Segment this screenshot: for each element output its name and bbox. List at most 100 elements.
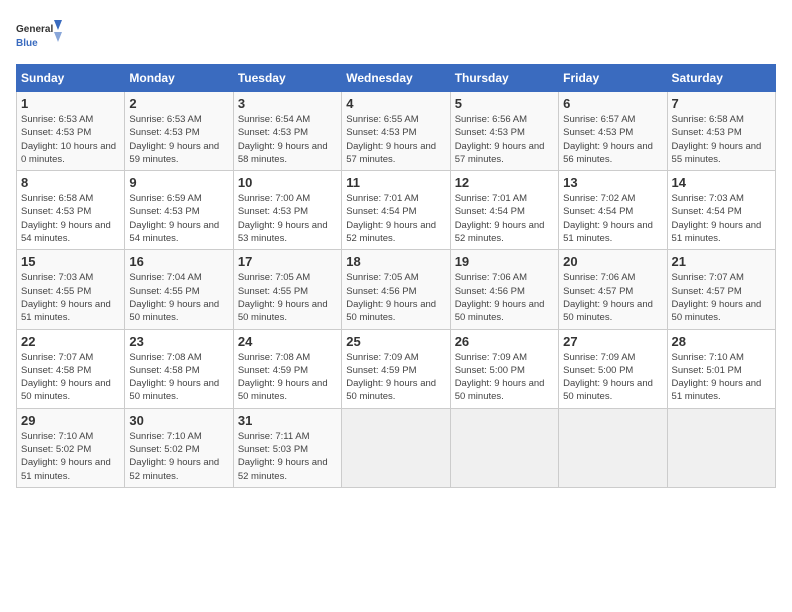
calendar-week-row: 15 Sunrise: 7:03 AM Sunset: 4:55 PM Dayl… bbox=[17, 250, 776, 329]
day-number: 6 bbox=[563, 96, 662, 111]
day-number: 29 bbox=[21, 413, 120, 428]
calendar-cell: 28 Sunrise: 7:10 AM Sunset: 5:01 PM Dayl… bbox=[667, 329, 775, 408]
sunrise-label: Sunrise: 7:08 AM bbox=[238, 352, 310, 363]
sunset-label: Sunset: 4:53 PM bbox=[238, 206, 308, 217]
daylight-label: Daylight: 9 hours and 53 minutes. bbox=[238, 220, 328, 244]
sunset-label: Sunset: 5:03 PM bbox=[238, 444, 308, 455]
calendar-cell: 25 Sunrise: 7:09 AM Sunset: 4:59 PM Dayl… bbox=[342, 329, 450, 408]
sunrise-label: Sunrise: 7:07 AM bbox=[672, 272, 744, 283]
calendar-cell bbox=[667, 408, 775, 487]
day-number: 2 bbox=[129, 96, 228, 111]
day-number: 21 bbox=[672, 254, 771, 269]
daylight-label: Daylight: 9 hours and 58 minutes. bbox=[238, 141, 328, 165]
day-number: 1 bbox=[21, 96, 120, 111]
calendar-cell: 17 Sunrise: 7:05 AM Sunset: 4:55 PM Dayl… bbox=[233, 250, 341, 329]
sunset-label: Sunset: 4:57 PM bbox=[672, 286, 742, 297]
sunset-label: Sunset: 4:53 PM bbox=[346, 127, 416, 138]
daylight-label: Daylight: 9 hours and 51 minutes. bbox=[563, 220, 653, 244]
calendar-cell: 15 Sunrise: 7:03 AM Sunset: 4:55 PM Dayl… bbox=[17, 250, 125, 329]
calendar-cell: 8 Sunrise: 6:58 AM Sunset: 4:53 PM Dayli… bbox=[17, 171, 125, 250]
daylight-label: Daylight: 9 hours and 56 minutes. bbox=[563, 141, 653, 165]
sunset-label: Sunset: 4:59 PM bbox=[238, 365, 308, 376]
day-info: Sunrise: 7:10 AM Sunset: 5:02 PM Dayligh… bbox=[129, 430, 228, 483]
sunrise-label: Sunrise: 7:05 AM bbox=[346, 272, 418, 283]
calendar-cell: 11 Sunrise: 7:01 AM Sunset: 4:54 PM Dayl… bbox=[342, 171, 450, 250]
day-number: 22 bbox=[21, 334, 120, 349]
calendar-cell: 3 Sunrise: 6:54 AM Sunset: 4:53 PM Dayli… bbox=[233, 92, 341, 171]
day-info: Sunrise: 7:11 AM Sunset: 5:03 PM Dayligh… bbox=[238, 430, 337, 483]
daylight-label: Daylight: 9 hours and 50 minutes. bbox=[129, 299, 219, 323]
sunset-label: Sunset: 4:58 PM bbox=[129, 365, 199, 376]
day-info: Sunrise: 7:04 AM Sunset: 4:55 PM Dayligh… bbox=[129, 271, 228, 324]
daylight-label: Daylight: 9 hours and 51 minutes. bbox=[21, 299, 111, 323]
day-info: Sunrise: 7:02 AM Sunset: 4:54 PM Dayligh… bbox=[563, 192, 662, 245]
calendar-table: SundayMondayTuesdayWednesdayThursdayFrid… bbox=[16, 64, 776, 488]
daylight-label: Daylight: 9 hours and 54 minutes. bbox=[21, 220, 111, 244]
weekday-header-monday: Monday bbox=[125, 65, 233, 92]
sunrise-label: Sunrise: 7:11 AM bbox=[238, 431, 310, 442]
day-info: Sunrise: 7:07 AM Sunset: 4:57 PM Dayligh… bbox=[672, 271, 771, 324]
day-info: Sunrise: 7:06 AM Sunset: 4:57 PM Dayligh… bbox=[563, 271, 662, 324]
calendar-cell: 27 Sunrise: 7:09 AM Sunset: 5:00 PM Dayl… bbox=[559, 329, 667, 408]
sunrise-label: Sunrise: 6:53 AM bbox=[129, 114, 201, 125]
sunset-label: Sunset: 4:54 PM bbox=[672, 206, 742, 217]
calendar-cell: 20 Sunrise: 7:06 AM Sunset: 4:57 PM Dayl… bbox=[559, 250, 667, 329]
sunset-label: Sunset: 4:55 PM bbox=[21, 286, 91, 297]
sunset-label: Sunset: 4:56 PM bbox=[455, 286, 525, 297]
day-number: 16 bbox=[129, 254, 228, 269]
daylight-label: Daylight: 9 hours and 51 minutes. bbox=[672, 378, 762, 402]
daylight-label: Daylight: 9 hours and 50 minutes. bbox=[563, 378, 653, 402]
day-info: Sunrise: 6:56 AM Sunset: 4:53 PM Dayligh… bbox=[455, 113, 554, 166]
sunrise-label: Sunrise: 6:53 AM bbox=[21, 114, 93, 125]
calendar-cell: 13 Sunrise: 7:02 AM Sunset: 4:54 PM Dayl… bbox=[559, 171, 667, 250]
calendar-week-row: 29 Sunrise: 7:10 AM Sunset: 5:02 PM Dayl… bbox=[17, 408, 776, 487]
day-number: 5 bbox=[455, 96, 554, 111]
weekday-header-saturday: Saturday bbox=[667, 65, 775, 92]
day-info: Sunrise: 7:10 AM Sunset: 5:01 PM Dayligh… bbox=[672, 351, 771, 404]
sunset-label: Sunset: 4:58 PM bbox=[21, 365, 91, 376]
calendar-cell: 19 Sunrise: 7:06 AM Sunset: 4:56 PM Dayl… bbox=[450, 250, 558, 329]
day-info: Sunrise: 6:53 AM Sunset: 4:53 PM Dayligh… bbox=[129, 113, 228, 166]
logo-svg: General Blue bbox=[16, 16, 66, 56]
sunrise-label: Sunrise: 7:09 AM bbox=[346, 352, 418, 363]
header: General Blue bbox=[16, 16, 776, 56]
daylight-label: Daylight: 9 hours and 50 minutes. bbox=[238, 299, 328, 323]
daylight-label: Daylight: 9 hours and 52 minutes. bbox=[129, 457, 219, 481]
sunset-label: Sunset: 5:02 PM bbox=[129, 444, 199, 455]
calendar-cell: 7 Sunrise: 6:58 AM Sunset: 4:53 PM Dayli… bbox=[667, 92, 775, 171]
day-info: Sunrise: 6:54 AM Sunset: 4:53 PM Dayligh… bbox=[238, 113, 337, 166]
day-number: 20 bbox=[563, 254, 662, 269]
sunrise-label: Sunrise: 7:09 AM bbox=[563, 352, 635, 363]
calendar-cell: 9 Sunrise: 6:59 AM Sunset: 4:53 PM Dayli… bbox=[125, 171, 233, 250]
day-info: Sunrise: 7:01 AM Sunset: 4:54 PM Dayligh… bbox=[455, 192, 554, 245]
daylight-label: Daylight: 9 hours and 51 minutes. bbox=[21, 457, 111, 481]
sunrise-label: Sunrise: 7:06 AM bbox=[563, 272, 635, 283]
day-info: Sunrise: 7:03 AM Sunset: 4:54 PM Dayligh… bbox=[672, 192, 771, 245]
sunrise-label: Sunrise: 6:54 AM bbox=[238, 114, 310, 125]
daylight-label: Daylight: 9 hours and 50 minutes. bbox=[21, 378, 111, 402]
calendar-cell: 6 Sunrise: 6:57 AM Sunset: 4:53 PM Dayli… bbox=[559, 92, 667, 171]
sunset-label: Sunset: 4:53 PM bbox=[129, 206, 199, 217]
sunrise-label: Sunrise: 6:59 AM bbox=[129, 193, 201, 204]
sunrise-label: Sunrise: 7:10 AM bbox=[21, 431, 93, 442]
calendar-cell: 16 Sunrise: 7:04 AM Sunset: 4:55 PM Dayl… bbox=[125, 250, 233, 329]
weekday-header-row: SundayMondayTuesdayWednesdayThursdayFrid… bbox=[17, 65, 776, 92]
day-number: 19 bbox=[455, 254, 554, 269]
calendar-cell: 23 Sunrise: 7:08 AM Sunset: 4:58 PM Dayl… bbox=[125, 329, 233, 408]
day-info: Sunrise: 6:53 AM Sunset: 4:53 PM Dayligh… bbox=[21, 113, 120, 166]
daylight-label: Daylight: 9 hours and 50 minutes. bbox=[455, 299, 545, 323]
day-info: Sunrise: 7:10 AM Sunset: 5:02 PM Dayligh… bbox=[21, 430, 120, 483]
calendar-cell: 26 Sunrise: 7:09 AM Sunset: 5:00 PM Dayl… bbox=[450, 329, 558, 408]
calendar-cell: 21 Sunrise: 7:07 AM Sunset: 4:57 PM Dayl… bbox=[667, 250, 775, 329]
daylight-label: Daylight: 9 hours and 50 minutes. bbox=[455, 378, 545, 402]
daylight-label: Daylight: 9 hours and 50 minutes. bbox=[346, 299, 436, 323]
sunset-label: Sunset: 4:54 PM bbox=[346, 206, 416, 217]
day-number: 7 bbox=[672, 96, 771, 111]
day-info: Sunrise: 7:08 AM Sunset: 4:59 PM Dayligh… bbox=[238, 351, 337, 404]
day-info: Sunrise: 6:55 AM Sunset: 4:53 PM Dayligh… bbox=[346, 113, 445, 166]
day-number: 31 bbox=[238, 413, 337, 428]
sunrise-label: Sunrise: 7:10 AM bbox=[672, 352, 744, 363]
calendar-cell: 1 Sunrise: 6:53 AM Sunset: 4:53 PM Dayli… bbox=[17, 92, 125, 171]
weekday-header-friday: Friday bbox=[559, 65, 667, 92]
sunset-label: Sunset: 4:57 PM bbox=[563, 286, 633, 297]
